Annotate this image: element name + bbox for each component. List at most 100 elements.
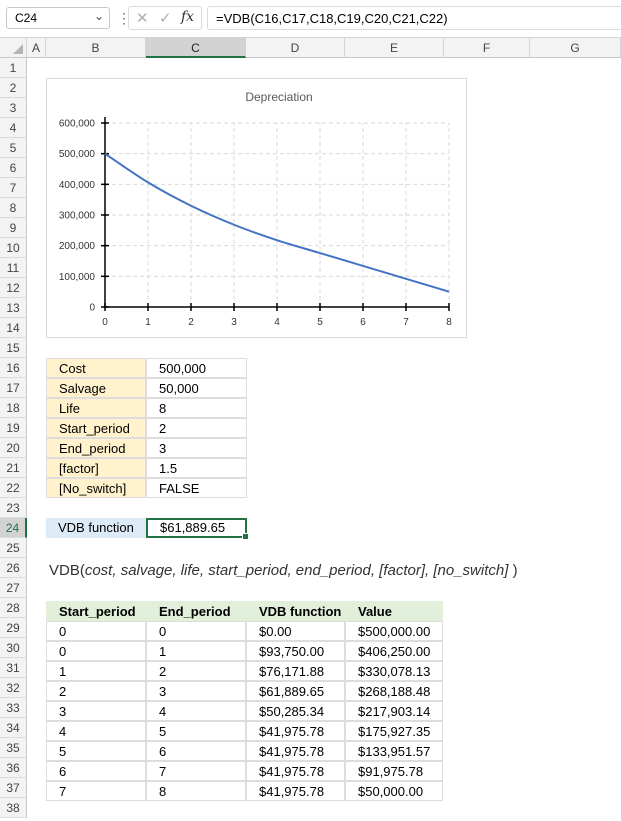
row-header-9[interactable]: 9 (0, 218, 27, 238)
row-header-10[interactable]: 10 (0, 238, 27, 258)
row-header-13[interactable]: 13 (0, 298, 27, 318)
table-cell[interactable]: 0 (46, 641, 146, 661)
input-label[interactable]: End_period (46, 438, 146, 458)
row-header-20[interactable]: 20 (0, 438, 27, 458)
table-cell[interactable]: 0 (46, 621, 146, 641)
row-header-11[interactable]: 11 (0, 258, 27, 278)
table-cell[interactable]: 6 (146, 741, 246, 761)
vdb-result-cell[interactable]: $61,889.65 (146, 518, 249, 540)
row-header-5[interactable]: 5 (0, 138, 27, 158)
row-header-29[interactable]: 29 (0, 618, 27, 638)
input-value[interactable]: 500,000 (146, 358, 247, 378)
table-cell[interactable]: $76,171.88 (246, 661, 345, 681)
column-header-a[interactable]: A (27, 38, 46, 58)
input-label[interactable]: Start_period (46, 418, 146, 438)
table-cell[interactable]: 2 (46, 681, 146, 701)
row-header-38[interactable]: 38 (0, 798, 27, 818)
chevron-down-icon[interactable]: ⌄ (94, 9, 104, 23)
column-header-g[interactable]: G (530, 38, 621, 58)
cancel-icon[interactable]: ✕ (136, 9, 149, 27)
enter-check-icon[interactable]: ✓ (159, 9, 172, 27)
table-cell[interactable]: 4 (46, 721, 146, 741)
row-header-8[interactable]: 8 (0, 198, 27, 218)
table-header[interactable]: Value (345, 601, 443, 621)
table-cell[interactable]: 3 (46, 701, 146, 721)
table-cell[interactable]: $268,188.48 (345, 681, 443, 701)
table-cell[interactable]: 1 (146, 641, 246, 661)
row-header-31[interactable]: 31 (0, 658, 27, 678)
table-cell[interactable]: 8 (146, 781, 246, 801)
row-header-26[interactable]: 26 (0, 558, 27, 578)
row-header-33[interactable]: 33 (0, 698, 27, 718)
column-header-e[interactable]: E (345, 38, 444, 58)
table-cell[interactable]: 1 (46, 661, 146, 681)
table-cell[interactable]: $330,078.13 (345, 661, 443, 681)
table-cell[interactable]: $406,250.00 (345, 641, 443, 661)
select-all-corner[interactable] (0, 38, 27, 58)
table-cell[interactable]: 6 (46, 761, 146, 781)
table-header[interactable]: End_period (146, 601, 246, 621)
row-header-14[interactable]: 14 (0, 318, 27, 338)
column-header-c[interactable]: C (146, 38, 246, 58)
formula-input[interactable]: =VDB(C16,C17,C18,C19,C20,C21,C22) (207, 6, 621, 30)
table-cell[interactable]: $175,927.35 (345, 721, 443, 741)
table-cell[interactable]: $91,975.78 (345, 761, 443, 781)
table-cell[interactable]: $41,975.78 (246, 741, 345, 761)
row-header-4[interactable]: 4 (0, 118, 27, 138)
row-header-19[interactable]: 19 (0, 418, 27, 438)
input-label[interactable]: Cost (46, 358, 146, 378)
table-cell[interactable]: $500,000.00 (345, 621, 443, 641)
table-cell[interactable]: 7 (46, 781, 146, 801)
table-cell[interactable]: $50,285.34 (246, 701, 345, 721)
table-cell[interactable]: $50,000.00 (345, 781, 443, 801)
row-header-12[interactable]: 12 (0, 278, 27, 298)
table-cell[interactable]: 3 (146, 681, 246, 701)
more-options-icon[interactable]: ⋮ (117, 9, 131, 27)
table-cell[interactable]: 5 (46, 741, 146, 761)
row-header-16[interactable]: 16 (0, 358, 27, 378)
table-cell[interactable]: $0.00 (246, 621, 345, 641)
row-header-34[interactable]: 34 (0, 718, 27, 738)
row-header-6[interactable]: 6 (0, 158, 27, 178)
row-header-21[interactable]: 21 (0, 458, 27, 478)
depreciation-chart[interactable]: Depreciation 0 100,000 200,000 300,000 400,00… (46, 78, 467, 338)
name-box[interactable]: C24 ⌄ (6, 7, 110, 29)
table-cell[interactable]: 0 (146, 621, 246, 641)
row-header-2[interactable]: 2 (0, 78, 27, 98)
table-cell[interactable]: 7 (146, 761, 246, 781)
input-value[interactable]: 2 (146, 418, 247, 438)
table-cell[interactable]: $41,975.78 (246, 781, 345, 801)
table-cell[interactable]: 5 (146, 721, 246, 741)
table-cell[interactable]: 4 (146, 701, 246, 721)
row-header-17[interactable]: 17 (0, 378, 27, 398)
row-header-36[interactable]: 36 (0, 758, 27, 778)
table-cell[interactable]: $41,975.78 (246, 761, 345, 781)
input-label[interactable]: [factor] (46, 458, 146, 478)
row-header-35[interactable]: 35 (0, 738, 27, 758)
row-header-25[interactable]: 25 (0, 538, 27, 558)
row-header-32[interactable]: 32 (0, 678, 27, 698)
row-header-27[interactable]: 27 (0, 578, 27, 598)
row-header-24[interactable]: 24 (0, 518, 27, 538)
input-value[interactable]: 8 (146, 398, 247, 418)
table-cell[interactable]: $93,750.00 (246, 641, 345, 661)
row-header-22[interactable]: 22 (0, 478, 27, 498)
input-label[interactable]: Salvage (46, 378, 146, 398)
row-header-28[interactable]: 28 (0, 598, 27, 618)
table-cell[interactable]: $41,975.78 (246, 721, 345, 741)
row-header-37[interactable]: 37 (0, 778, 27, 798)
column-header-d[interactable]: D (246, 38, 345, 58)
row-header-7[interactable]: 7 (0, 178, 27, 198)
row-header-1[interactable]: 1 (0, 58, 27, 78)
table-cell[interactable]: $217,903.14 (345, 701, 443, 721)
table-header[interactable]: Start_period (46, 601, 146, 621)
row-header-3[interactable]: 3 (0, 98, 27, 118)
row-header-30[interactable]: 30 (0, 638, 27, 658)
row-header-18[interactable]: 18 (0, 398, 27, 418)
column-header-b[interactable]: B (46, 38, 146, 58)
fill-handle[interactable] (242, 533, 249, 540)
table-header[interactable]: VDB function (246, 601, 345, 621)
row-header-15[interactable]: 15 (0, 338, 27, 358)
table-cell[interactable]: 2 (146, 661, 246, 681)
table-cell[interactable]: $133,951.57 (345, 741, 443, 761)
